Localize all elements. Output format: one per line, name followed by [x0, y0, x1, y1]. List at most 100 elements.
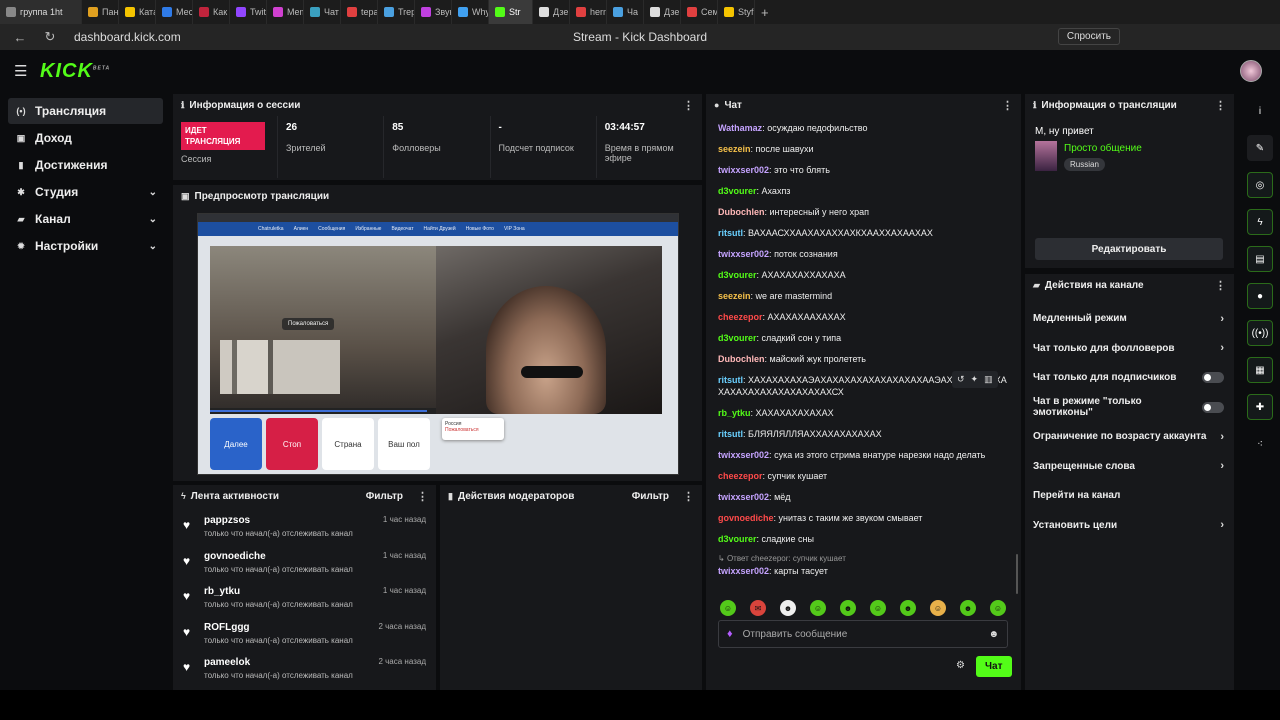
emote-icon[interactable]: ☺ [720, 600, 736, 616]
browser-tab[interactable]: Дзен [644, 0, 681, 24]
activity-username[interactable]: pameelok [204, 657, 378, 668]
chat-username[interactable]: seezein [718, 144, 751, 154]
kebab-menu-icon[interactable]: ⋮ [683, 490, 694, 503]
browser-tab[interactable]: Чат р [304, 0, 341, 24]
sidebar-item[interactable]: ▣ Доход [8, 125, 163, 151]
browser-tab[interactable]: Trepa [378, 0, 415, 24]
chat-username[interactable]: d3vourer [718, 534, 757, 544]
browser-tab[interactable]: Дзен [533, 0, 570, 24]
menu-icon[interactable]: ☰ [14, 62, 27, 80]
info-icon[interactable]: i [1247, 98, 1273, 124]
back-icon[interactable]: ← [10, 30, 30, 45]
channel-action-item[interactable]: Запрещенные слова › [1025, 452, 1234, 482]
browser-tab[interactable]: Звук [415, 0, 452, 24]
ask-button[interactable]: Спросить [1057, 28, 1120, 45]
browser-tab[interactable]: Пане [82, 0, 119, 24]
sidebar-item[interactable]: ▮ Достижения [8, 152, 163, 178]
chat-username[interactable]: ritsutl [718, 228, 743, 238]
chat-username[interactable]: twixxser002 [718, 165, 769, 175]
chat-username[interactable]: twixxser002 [718, 450, 769, 460]
sidebar-item[interactable]: ▰ Канал ⌄ [8, 206, 163, 232]
channel-action-item[interactable]: Чат только для фолловеров › [1025, 334, 1234, 364]
new-tab-icon[interactable]: + [761, 5, 769, 20]
sidebar-item[interactable]: ✹ Настройки ⌄ [8, 233, 163, 259]
browser-tab[interactable]: Как о [193, 0, 230, 24]
browser-tab[interactable]: Memr [267, 0, 304, 24]
reload-icon[interactable]: ↻ [40, 29, 60, 45]
chat-send-button[interactable]: Чат [976, 656, 1012, 677]
browser-tab[interactable]: Twitc [230, 0, 267, 24]
reply-icon[interactable]: ↺ [957, 374, 965, 385]
emote-icon[interactable]: ☺ [810, 600, 826, 616]
chat-username[interactable]: Wathamaz [718, 123, 762, 133]
browser-tab[interactable]: Ча [607, 0, 644, 24]
chat-username[interactable]: twixxser002 [718, 492, 769, 502]
filter-button[interactable]: Фильтр [366, 491, 403, 502]
chat-username[interactable]: Dubochlen [718, 354, 765, 364]
chat-username[interactable]: cheezepor [718, 471, 763, 481]
chat-username[interactable]: seezein [718, 291, 751, 301]
category-link[interactable]: Просто общение [1064, 143, 1142, 154]
share-icon[interactable]: ⁖ [1247, 431, 1273, 457]
kebab-menu-icon[interactable]: ⋮ [1215, 279, 1226, 292]
document-icon[interactable]: ▤ [1247, 246, 1273, 272]
browser-tab[interactable]: группа 1ht [0, 0, 82, 24]
channel-action-item[interactable]: Медленный режим › [1025, 304, 1234, 334]
chat-username[interactable]: twixxser002 [718, 249, 769, 259]
activity-username[interactable]: pappzsos [204, 515, 383, 526]
broadcast-signal-icon[interactable]: ((•)) [1247, 320, 1273, 346]
browser-tab[interactable]: Месс [156, 0, 193, 24]
channel-action-item[interactable]: Чат только для подписчиков [1025, 363, 1234, 393]
emote-icon[interactable]: ☻ [900, 600, 916, 616]
chat-username[interactable]: d3vourer [718, 270, 757, 280]
activity-username[interactable]: ROFLggg [204, 622, 378, 633]
emote-icon[interactable]: ☻ [780, 600, 796, 616]
gear-icon[interactable]: ⚙ [956, 660, 965, 671]
browser-tab[interactable]: Катал [119, 0, 156, 24]
filter-button[interactable]: Фильтр [632, 491, 669, 502]
chat-username[interactable]: ritsutl [718, 375, 743, 385]
edit-button[interactable]: Редактировать [1035, 238, 1223, 260]
emote-icon[interactable]: ✉ [750, 600, 766, 616]
chat-bubble-icon[interactable]: ● [1247, 283, 1273, 309]
browser-tab[interactable]: Семь [681, 0, 718, 24]
wrench-icon[interactable]: ✚ [1247, 394, 1273, 420]
url-field[interactable]: dashboard.kick.com [74, 30, 181, 44]
emote-icon[interactable]: ☻ [960, 600, 976, 616]
browser-tab[interactable]: Whyt [452, 0, 489, 24]
chat-username[interactable]: d3vourer [718, 333, 757, 343]
toggle-switch[interactable] [1202, 401, 1224, 413]
emote-icon[interactable]: ☻ [840, 600, 856, 616]
browser-tab[interactable]: Str [489, 0, 533, 24]
pencil-icon[interactable]: ✎ [1247, 135, 1273, 161]
emote-icon[interactable]: ☺ [930, 600, 946, 616]
delete-icon[interactable]: ▥ [984, 374, 993, 385]
microphone-icon[interactable]: ♦ [727, 628, 733, 640]
chat-username[interactable]: twixxser002 [718, 566, 769, 576]
kick-logo[interactable]: KICKBETA [40, 60, 110, 83]
channel-action-item[interactable]: Чат в режиме "только эмотиконы" [1025, 393, 1234, 423]
kebab-menu-icon[interactable]: ⋮ [1215, 99, 1226, 112]
chat-scrollbar[interactable] [1016, 554, 1018, 594]
kebab-menu-icon[interactable]: ⋮ [683, 99, 694, 112]
chat-username[interactable]: Dubochlen [718, 207, 765, 217]
storage-icon[interactable]: ▦ [1247, 357, 1273, 383]
pin-icon[interactable]: ✦ [971, 374, 979, 385]
browser-tab[interactable]: herm [570, 0, 607, 24]
activity-username[interactable]: rb_ytku [204, 586, 383, 597]
toggle-switch[interactable] [1202, 372, 1224, 384]
channel-action-item[interactable]: Ограничение по возрасту аккаунта › [1025, 422, 1234, 452]
kebab-menu-icon[interactable]: ⋮ [417, 490, 428, 503]
chat-username[interactable]: govnoediche [718, 513, 774, 523]
chat-input[interactable]: ♦ Отправить сообщение ☻ [718, 620, 1008, 648]
activity-username[interactable]: govnoediche [204, 551, 383, 562]
chat-username[interactable]: ritsutl [718, 429, 743, 439]
emoji-icon[interactable]: ☻ [988, 629, 999, 640]
browser-tab[interactable]: Styfn [718, 0, 755, 24]
chat-username[interactable]: d3vourer [718, 186, 757, 196]
chat-username[interactable]: rb_ytku [718, 408, 751, 418]
emote-icon[interactable]: ☺ [990, 600, 1006, 616]
channel-action-item[interactable]: Перейти на канал [1025, 481, 1234, 511]
screenshot-icon[interactable]: ◎ [1247, 172, 1273, 198]
sidebar-item[interactable]: (•) Трансляция [8, 98, 163, 124]
